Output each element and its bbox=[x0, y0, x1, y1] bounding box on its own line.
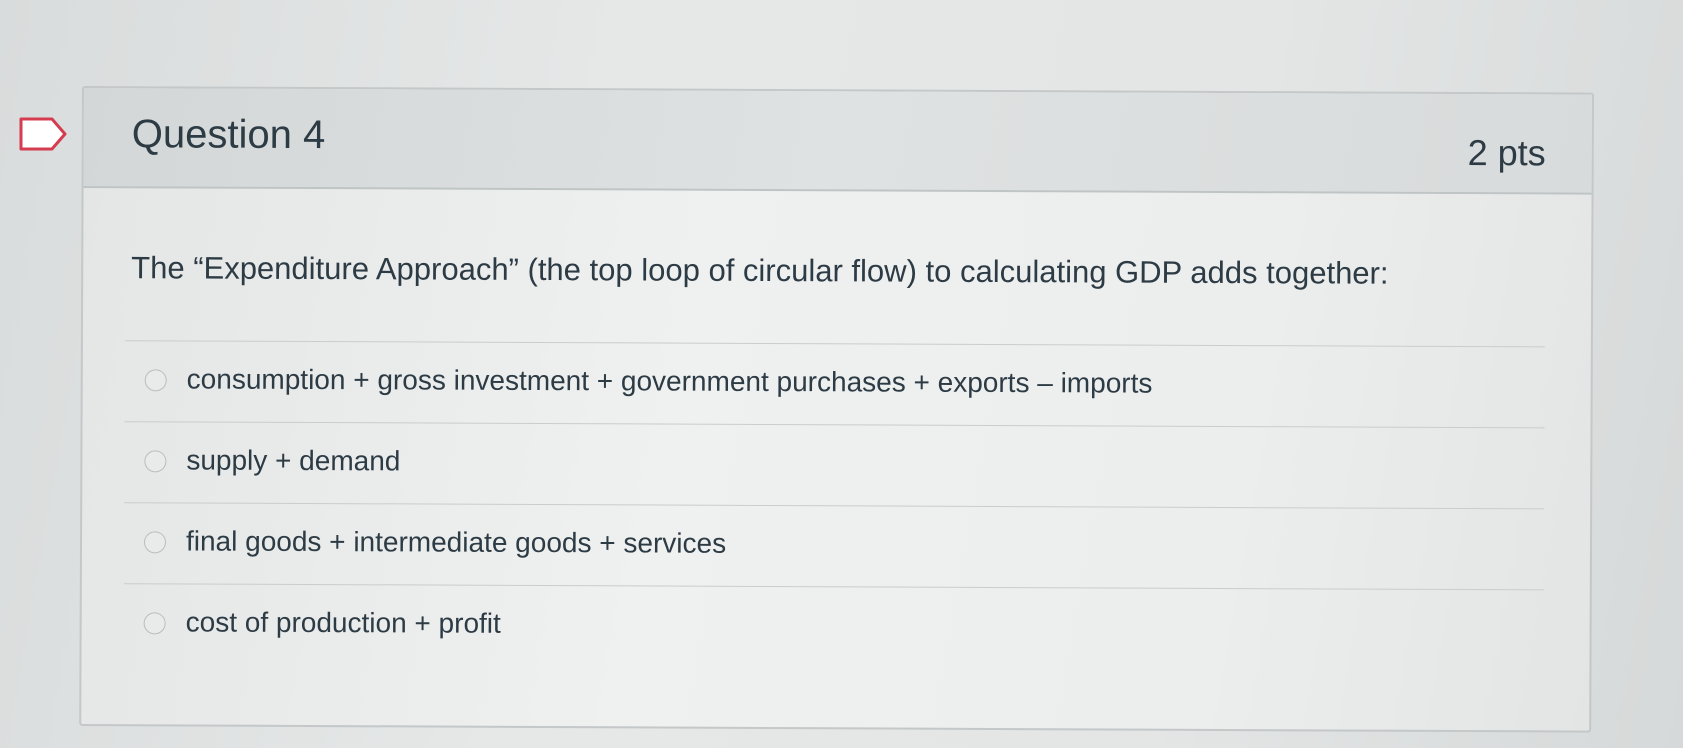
answer-label: consumption + gross investment + governm… bbox=[186, 363, 1153, 399]
question-title: Question 4 bbox=[131, 112, 326, 158]
answer-option-1[interactable]: consumption + gross investment + governm… bbox=[124, 340, 1545, 428]
radio-button-icon[interactable] bbox=[144, 450, 167, 473]
answer-label: final goods + intermediate goods + servi… bbox=[185, 525, 727, 559]
answer-option-2[interactable]: supply + demand bbox=[124, 421, 1545, 509]
radio-button-icon[interactable] bbox=[143, 531, 167, 554]
answer-option-4[interactable]: cost of production + profit bbox=[123, 583, 1544, 671]
question-points: 2 pts bbox=[1467, 132, 1546, 174]
answer-list: consumption + gross investment + governm… bbox=[123, 340, 1545, 671]
answer-option-3[interactable]: final goods + intermediate goods + servi… bbox=[123, 502, 1545, 590]
answer-label: cost of production + profit bbox=[185, 606, 501, 639]
flag-question-icon[interactable] bbox=[18, 116, 68, 152]
question-header: Question 4 2 pts bbox=[83, 88, 1592, 195]
question-card: Question 4 2 pts The “Expenditure Approa… bbox=[79, 86, 1594, 733]
question-text: The “Expenditure Approach” (the top loop… bbox=[131, 250, 1389, 291]
radio-button-icon[interactable] bbox=[143, 612, 166, 635]
radio-button-icon[interactable] bbox=[144, 369, 167, 392]
answer-label: supply + demand bbox=[186, 444, 401, 477]
